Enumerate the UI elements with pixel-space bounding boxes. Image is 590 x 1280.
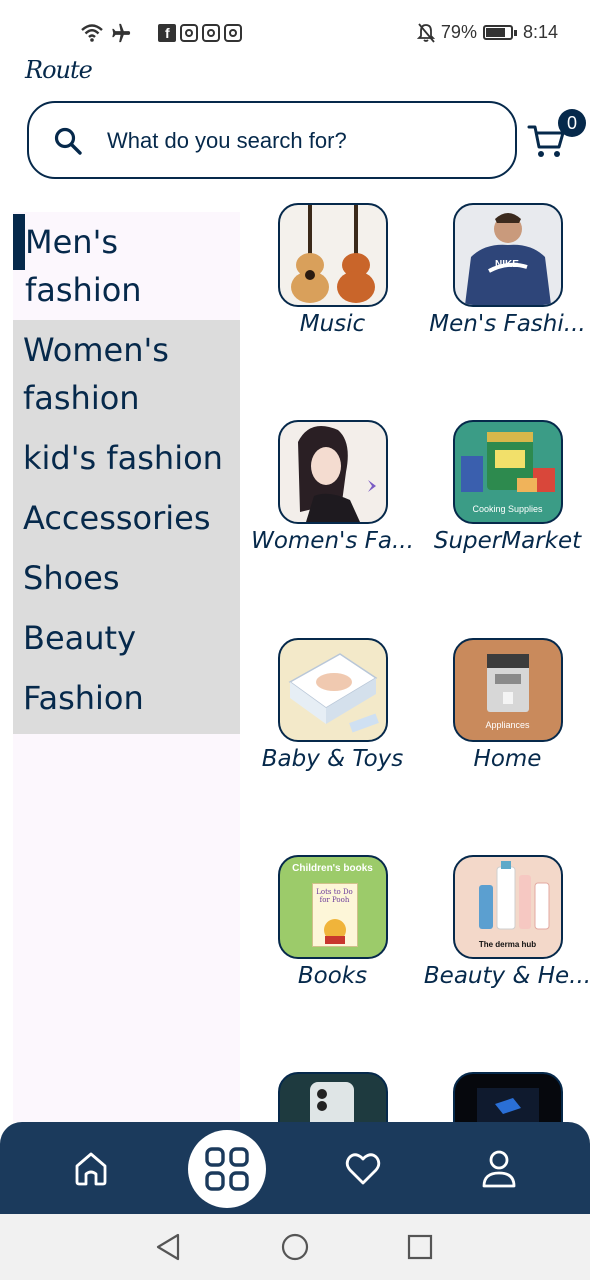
sidebar-item-label: Accessories: [23, 499, 211, 537]
sidebar-item-womens-fashion[interactable]: Women's fashion: [13, 320, 223, 428]
category-image: [277, 203, 388, 307]
book-title: Lots to Do for Pooh: [316, 888, 353, 904]
app-logo: Route: [25, 56, 93, 84]
category-image: Children's books Lots to Do for Pooh: [277, 855, 388, 959]
category-label: Beauty & He...: [423, 963, 590, 989]
category-image: Appliances: [452, 638, 563, 742]
category-image: Cooking Supplies: [452, 420, 563, 524]
nav-favorites-button[interactable]: [338, 1144, 388, 1194]
mute-icon: [416, 22, 435, 43]
coffee-machine-icon: [486, 654, 529, 712]
category-label: Books: [297, 963, 368, 989]
image-caption: Appliances: [485, 720, 530, 730]
sidebar-item-label: Women's fashion: [23, 331, 169, 417]
category-sidebar: Men's fashion Women's fashion kid's fash…: [13, 212, 240, 734]
grocery-icon: [460, 432, 555, 492]
sidebar-item-accessories[interactable]: Accessories: [13, 488, 240, 548]
category-image: [277, 638, 388, 742]
diaper-icon: [288, 653, 379, 733]
category-label: SuperMarket: [433, 528, 582, 554]
categories-icon: [205, 1147, 249, 1191]
battery-percent: 79%: [440, 22, 477, 42]
home-icon: [75, 1152, 107, 1186]
svg-text:NIKE: NIKE: [495, 259, 519, 270]
category-card-music[interactable]: Music: [245, 203, 420, 337]
category-label: Women's Fa...: [251, 528, 414, 554]
category-card-books[interactable]: Children's books Lots to Do for Pooh Boo…: [245, 855, 420, 989]
instagram-icon: [224, 24, 242, 42]
wifi-icon: [81, 24, 103, 42]
notification-app-icons: [158, 24, 242, 42]
category-card-baby-toys[interactable]: Baby & Toys: [245, 638, 420, 772]
cart-button[interactable]: 0: [527, 109, 586, 164]
sidebar-item-label: Men's fashion: [25, 223, 142, 309]
sidebar-item-fashion[interactable]: Fashion: [13, 668, 240, 734]
nav-home-button[interactable]: [66, 1144, 116, 1194]
favorites-icon: [345, 1153, 381, 1185]
home-circle-icon[interactable]: [280, 1232, 310, 1262]
nav-categories-button[interactable]: [188, 1130, 266, 1208]
image-caption: The derma hub: [478, 940, 537, 949]
image-caption: Children's books: [292, 863, 373, 874]
system-status: 79% 8:14: [416, 22, 558, 43]
sidebar-item-label: kid's fashion: [23, 439, 223, 477]
image-caption: Cooking Supplies: [472, 504, 543, 514]
active-indicator: [13, 214, 25, 270]
category-label: Home: [473, 746, 542, 772]
woman-portrait-icon: [297, 426, 376, 522]
facebook-icon: [158, 24, 176, 42]
system-navigation-bar: [0, 1214, 590, 1280]
clock: 8:14: [522, 22, 558, 42]
sidebar-item-beauty[interactable]: Beauty: [13, 608, 240, 668]
category-card-mens-fashion[interactable]: NIKE Men's Fashi...: [420, 203, 590, 337]
airplane-icon: [112, 23, 131, 43]
hoodie-icon: NIKE: [464, 213, 551, 305]
book-cover: Lots to Do for Pooh: [311, 883, 358, 947]
profile-icon: [482, 1150, 516, 1188]
connectivity-icons: [80, 22, 132, 44]
sidebar-item-shoes[interactable]: Shoes: [13, 548, 240, 608]
category-label: Baby & Toys: [261, 746, 404, 772]
sidebar-item-kids-fashion[interactable]: kid's fashion: [13, 428, 240, 488]
search-input[interactable]: [107, 123, 497, 159]
category-card-beauty-health[interactable]: The derma hub Beauty & He...: [420, 855, 590, 989]
category-image: [277, 420, 388, 524]
search-bar[interactable]: [27, 101, 517, 179]
back-icon[interactable]: [154, 1232, 184, 1262]
recents-icon[interactable]: [405, 1232, 435, 1262]
status-bar: 79% 8:14: [0, 0, 590, 62]
category-card-home[interactable]: Appliances Home: [420, 638, 590, 772]
instagram-icon: [180, 24, 198, 42]
search-icon[interactable]: [53, 126, 83, 156]
sidebar-item-label: Beauty: [23, 619, 137, 657]
category-card-womens-fashion[interactable]: Women's Fa...: [245, 420, 420, 554]
sidebar-item-mens-fashion[interactable]: Men's fashion: [13, 212, 240, 320]
category-label: Music: [299, 311, 366, 337]
category-image: NIKE: [452, 203, 563, 307]
guitar-icon: [290, 205, 375, 303]
book-icon: [323, 919, 346, 944]
sidebar-item-label: Shoes: [23, 559, 120, 597]
category-card-supermarket[interactable]: Cooking Supplies SuperMarket: [420, 420, 590, 554]
cart-count-badge: 0: [558, 109, 586, 137]
category-image: The derma hub: [452, 855, 563, 959]
bottom-navigation: [0, 1122, 590, 1214]
nav-profile-button[interactable]: [474, 1144, 524, 1194]
instagram-icon: [202, 24, 220, 42]
skincare-icon: [478, 861, 549, 930]
sidebar-item-label: Fashion: [23, 679, 144, 717]
battery-icon: [482, 25, 517, 40]
category-label: Men's Fashi...: [429, 311, 586, 337]
